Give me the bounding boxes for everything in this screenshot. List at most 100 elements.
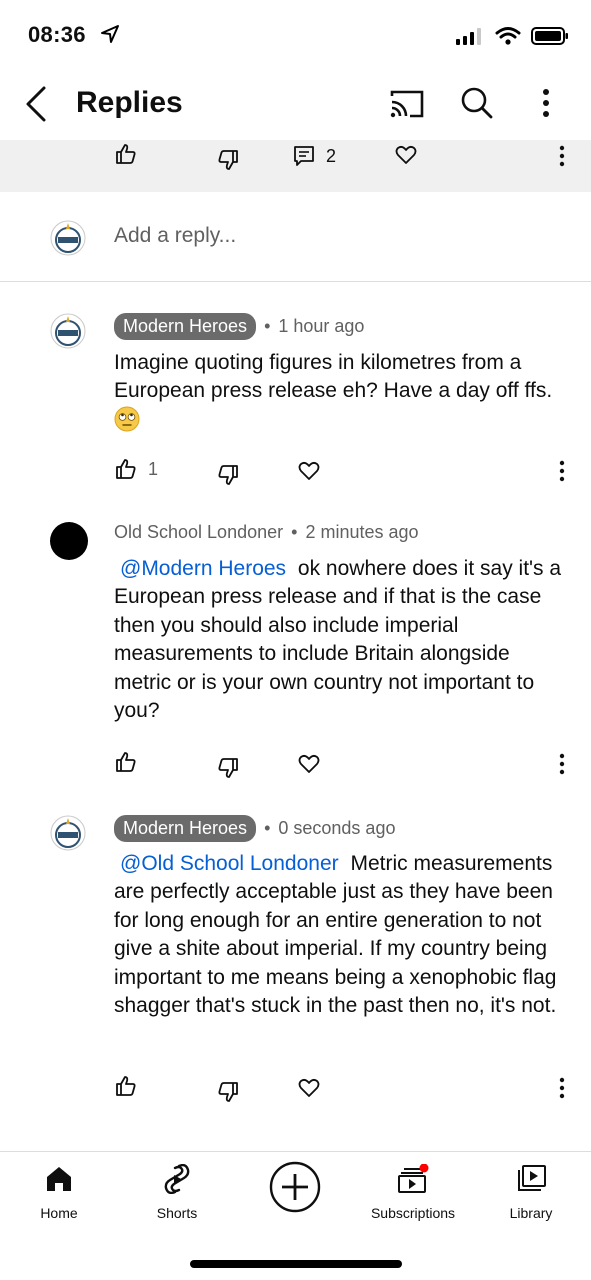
comment-actions xyxy=(0,1072,591,1112)
author-avatar[interactable] xyxy=(50,313,86,349)
channel-logo-icon xyxy=(50,815,86,851)
separator: • xyxy=(264,316,271,336)
comment-time: 0 seconds ago xyxy=(278,818,396,838)
thumbs-up-icon xyxy=(116,1076,136,1096)
comment-icon xyxy=(294,146,314,166)
location-arrow-icon xyxy=(100,24,120,49)
back-button[interactable] xyxy=(22,84,56,124)
cellular-signal-icon xyxy=(455,27,485,50)
more-options-button[interactable] xyxy=(534,86,558,125)
comment-text-content: ok nowhere does it say it's a European p… xyxy=(114,557,562,723)
comment-text: Imagine quoting figures in kilometres fr… xyxy=(114,349,568,440)
comment-text: @Old School Londoner Metric measurements… xyxy=(114,850,568,1020)
add-reply-input[interactable]: Add a reply... xyxy=(114,224,236,248)
thumbs-down-icon xyxy=(218,1082,238,1102)
thumbs-down-icon xyxy=(218,758,238,778)
nav-label: Subscriptions xyxy=(370,1205,456,1221)
comment-meta: Modern Heroes • 1 hour ago xyxy=(114,313,364,340)
author-avatar[interactable] xyxy=(50,522,88,560)
more-vertical-icon xyxy=(559,753,565,775)
like-button[interactable] xyxy=(114,142,138,166)
comment-time: 1 hour ago xyxy=(278,316,365,336)
comment-more-button[interactable] xyxy=(552,752,572,776)
page-title: Replies xyxy=(76,86,183,119)
like-count: 1 xyxy=(148,458,159,479)
dislike-button[interactable] xyxy=(216,463,240,487)
bottom-navigation: Home Shorts Subscriptions Library xyxy=(0,1151,591,1280)
thumbs-down-icon xyxy=(218,150,238,170)
heart-icon xyxy=(298,461,320,480)
more-vertical-icon xyxy=(559,1077,565,1099)
comment-more-button[interactable] xyxy=(552,144,572,168)
cast-icon xyxy=(390,90,424,118)
thumbs-up-icon xyxy=(116,752,136,772)
mention-link[interactable]: @Modern Heroes xyxy=(120,557,286,580)
mention-link[interactable]: @Old School Londoner xyxy=(120,852,339,875)
heart-icon xyxy=(395,145,417,164)
heart-button[interactable] xyxy=(297,752,321,776)
separator: • xyxy=(264,818,271,838)
create-button[interactable] xyxy=(236,1160,354,1219)
heart-button[interactable] xyxy=(297,1076,321,1100)
comment-actions: 1 xyxy=(0,455,591,495)
add-circle-icon xyxy=(269,1161,321,1213)
more-vertical-icon xyxy=(559,460,565,482)
heart-button[interactable] xyxy=(297,459,321,483)
heart-icon xyxy=(298,1078,320,1097)
heart-icon xyxy=(298,754,320,773)
author-name[interactable]: Modern Heroes xyxy=(114,313,257,340)
separator: • xyxy=(291,522,298,542)
like-button[interactable] xyxy=(114,1074,138,1098)
nav-label: Shorts xyxy=(156,1205,198,1221)
nav-home[interactable]: Home xyxy=(0,1164,118,1221)
dislike-button[interactable] xyxy=(216,148,240,172)
channel-logo-icon xyxy=(50,313,86,349)
cast-button[interactable] xyxy=(388,88,426,125)
comment-meta: Modern Heroes • 0 seconds ago xyxy=(114,815,395,842)
comment-more-button[interactable] xyxy=(552,1076,572,1100)
more-vertical-icon xyxy=(559,145,565,167)
status-bar: 08:36 xyxy=(0,0,591,72)
like-button[interactable] xyxy=(114,750,138,774)
chevron-left-icon xyxy=(26,86,46,122)
header: Replies xyxy=(0,72,591,140)
comment-meta: Old School Londoner • 2 minutes ago xyxy=(114,522,419,543)
library-icon xyxy=(518,1165,546,1191)
like-button[interactable]: 1 xyxy=(114,457,158,481)
dislike-button[interactable] xyxy=(216,1080,240,1104)
nav-shorts[interactable]: Shorts xyxy=(118,1163,236,1221)
parent-comment-actions: 2 xyxy=(0,140,591,192)
battery-icon xyxy=(531,26,569,51)
eye-roll-emoji-icon xyxy=(114,406,140,440)
channel-logo-icon xyxy=(50,220,86,256)
dislike-button[interactable] xyxy=(216,756,240,780)
heart-button[interactable] xyxy=(394,143,418,167)
search-icon xyxy=(461,87,493,119)
reply-count-button[interactable]: 2 xyxy=(292,144,336,168)
author-name[interactable]: Modern Heroes xyxy=(114,815,257,842)
nav-library[interactable]: Library xyxy=(472,1164,590,1221)
status-time: 08:36 xyxy=(28,22,86,47)
author-avatar[interactable] xyxy=(50,815,86,851)
shorts-icon xyxy=(164,1163,190,1195)
comment-actions xyxy=(0,748,591,788)
search-button[interactable] xyxy=(460,86,494,125)
thumbs-up-icon xyxy=(116,459,136,479)
thumbs-up-icon xyxy=(116,144,136,164)
nav-label: Library xyxy=(509,1205,553,1221)
nav-subscriptions[interactable]: Subscriptions xyxy=(354,1163,472,1221)
home-icon xyxy=(47,1167,71,1191)
comment-text-content: Imagine quoting figures in kilometres fr… xyxy=(114,351,553,403)
comment-more-button[interactable] xyxy=(552,459,572,483)
wifi-icon xyxy=(495,26,521,51)
add-reply-row: Add a reply... xyxy=(0,192,591,282)
reply-count: 2 xyxy=(326,145,337,166)
comment-text: @Modern Heroes ok nowhere does it say it… xyxy=(114,555,568,725)
subscriptions-icon xyxy=(398,1163,429,1193)
author-name[interactable]: Old School Londoner xyxy=(114,522,283,543)
home-indicator xyxy=(190,1260,402,1268)
comment-text-content: Metric measurements are perfectly accept… xyxy=(114,852,557,1018)
thumbs-down-icon xyxy=(218,465,238,485)
more-vertical-icon xyxy=(543,89,549,117)
nav-label: Home xyxy=(40,1205,78,1221)
